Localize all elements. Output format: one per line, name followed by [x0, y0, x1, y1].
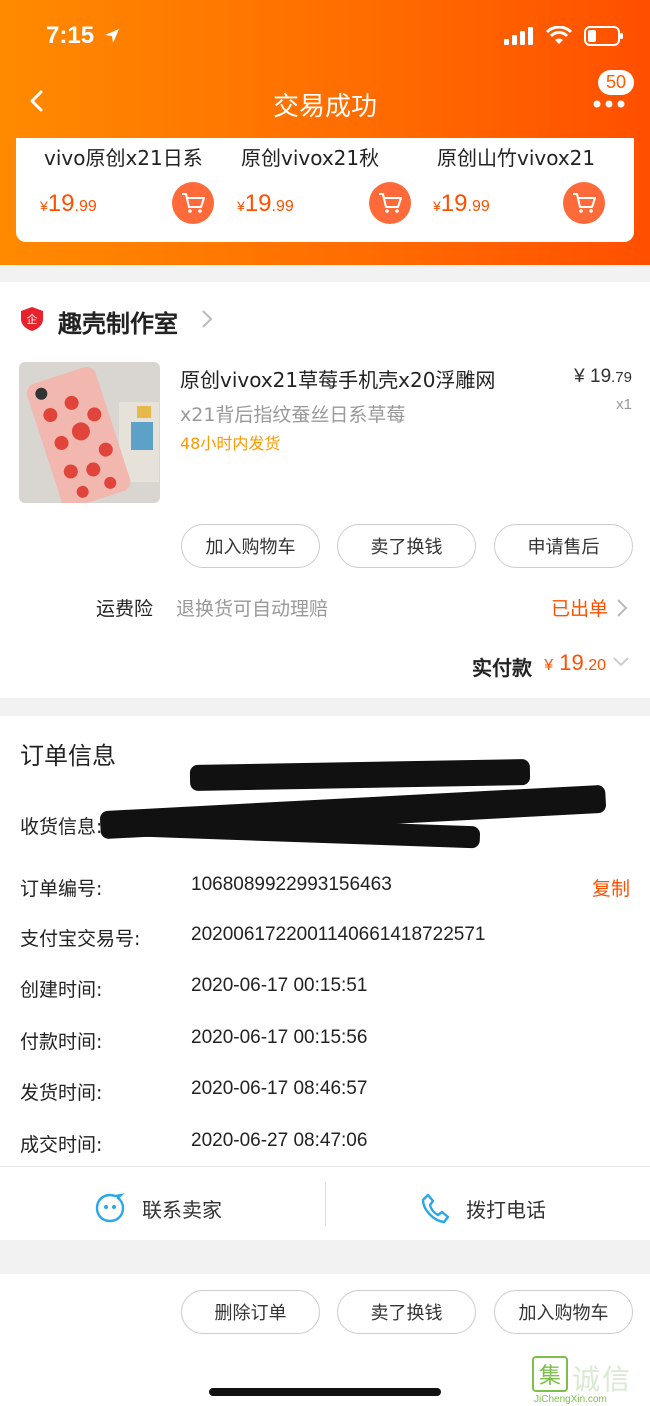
message-count-badge: 50	[597, 70, 634, 95]
address-label: 收货信息:	[20, 816, 103, 838]
product-thumbnail[interactable]	[19, 362, 160, 503]
recommendation-item[interactable]: vivo原创x21日系 ¥19.99	[16, 138, 214, 242]
wifi-icon	[546, 26, 572, 44]
add-to-cart-button[interactable]	[172, 182, 214, 224]
contact-seller-label: 联系卖家	[142, 1197, 222, 1222]
cart-icon	[573, 193, 596, 213]
divider	[325, 1182, 326, 1226]
nav-bar: 交易成功	[0, 72, 650, 134]
phone-icon	[421, 1193, 450, 1224]
paid-time-value: 2020-06-17 00:15:56	[191, 1027, 368, 1048]
created-time-label: 创建时间:	[20, 979, 103, 1001]
shop-name[interactable]: 趣壳制作室	[58, 304, 178, 339]
chat-face-icon	[95, 1193, 125, 1223]
cart-icon	[379, 193, 402, 213]
call-phone-label: 拨打电话	[466, 1197, 546, 1222]
signal-icon	[504, 27, 533, 45]
battery-icon	[584, 26, 623, 46]
svg-text:企: 企	[27, 312, 38, 326]
product-quantity: x1	[616, 396, 632, 413]
recommendation-price: ¥19.99	[40, 190, 97, 217]
recommendation-strip: vivo原创x21日系 ¥19.99 原创vivox21秋 ¥19.99 原创山…	[16, 138, 634, 242]
chevron-down-icon[interactable]	[612, 656, 630, 668]
add-to-cart-button[interactable]: 加入购物车	[494, 1290, 633, 1334]
chevron-right-icon[interactable]	[200, 308, 214, 330]
paid-amount-label: 实付款	[472, 656, 532, 680]
shipping-insurance-status[interactable]: 已出单	[551, 594, 608, 621]
location-arrow-icon	[105, 29, 119, 43]
watermark-logo: 集	[532, 1356, 568, 1392]
bottom-action-bar: 删除订单 卖了换钱 加入购物车 集 诚信 JiChengXin.com	[0, 1274, 650, 1406]
order-info-card: 订单信息 收货信息: 订单编号: 1068089922993156463 复制 …	[0, 716, 650, 1240]
shipping-note: 48小时内发货	[180, 434, 281, 453]
recommendation-item[interactable]: 原创vivox21秋 ¥19.99	[213, 138, 411, 242]
order-number-label: 订单编号:	[20, 878, 103, 900]
shop-card: 企 趣壳制作室 原创vivox21草莓手机壳x20浮雕网 x21背后指纹蚕丝日系…	[0, 282, 650, 698]
shipping-insurance-desc: 退换货可自动理赔	[176, 598, 329, 620]
after-sales-button[interactable]: 申请售后	[494, 524, 633, 568]
delete-order-button[interactable]: 删除订单	[181, 1290, 320, 1334]
watermark-text: 诚信	[572, 1363, 633, 1396]
alipay-trade-value: 2020061722001140661418722571	[191, 924, 486, 945]
add-to-cart-button[interactable]	[369, 182, 411, 224]
header: 7:15 交易成功 50 vivo原创x21日系 ¥19.99 原创vivox2…	[0, 0, 650, 265]
completed-time-value: 2020-06-27 08:47:06	[191, 1130, 368, 1151]
alipay-trade-label: 支付宝交易号:	[20, 928, 141, 950]
chevron-right-icon[interactable]	[616, 598, 628, 618]
recommendation-name: 原创vivox21秋	[241, 146, 380, 170]
recommendation-name: vivo原创x21日系	[44, 146, 203, 170]
watermark-url: JiChengXin.com	[534, 1394, 607, 1405]
redaction-mark	[189, 759, 531, 791]
paid-amount: ¥ 19.20	[544, 650, 606, 675]
status-icons	[504, 26, 624, 46]
copy-button[interactable]: 复制	[592, 874, 630, 901]
divider	[0, 1166, 650, 1167]
shipped-time-label: 发货时间:	[20, 1082, 103, 1104]
recommendation-item[interactable]: 原创山竹vivox21 ¥19.99	[409, 138, 634, 242]
product-price: ¥ 19.79	[574, 366, 632, 387]
recommendation-price: ¥19.99	[237, 190, 294, 217]
product-subtitle: x21背后指纹蚕丝日系草莓	[180, 404, 406, 426]
resell-button[interactable]: 卖了换钱	[337, 1290, 476, 1334]
resell-button[interactable]: 卖了换钱	[337, 524, 476, 568]
home-indicator[interactable]	[209, 1388, 441, 1396]
product-title[interactable]: 原创vivox21草莓手机壳x20浮雕网	[180, 364, 495, 393]
shipping-insurance-label: 运费险	[96, 598, 154, 620]
cart-icon	[182, 193, 205, 213]
call-phone-button[interactable]: 拨打电话	[420, 1176, 546, 1240]
recommendation-price: ¥19.99	[433, 190, 490, 217]
enterprise-shop-icon: 企	[21, 307, 43, 331]
created-time-value: 2020-06-17 00:15:51	[191, 975, 368, 996]
recommendation-name: 原创山竹vivox21	[437, 146, 596, 170]
add-to-cart-button[interactable]	[563, 182, 605, 224]
shipped-time-value: 2020-06-17 08:46:57	[191, 1078, 368, 1099]
order-info-title: 订单信息	[20, 742, 116, 770]
page-title: 交易成功	[272, 92, 377, 122]
add-to-cart-button[interactable]: 加入购物车	[181, 524, 320, 568]
completed-time-label: 成交时间:	[20, 1134, 103, 1156]
contact-seller-button[interactable]: 联系卖家	[94, 1176, 222, 1240]
status-time: 7:15	[46, 22, 95, 49]
order-number-value: 1068089922993156463	[191, 874, 392, 895]
status-bar: 7:15	[0, 18, 650, 62]
watermark: 集 诚信 JiChengXin.com	[532, 1356, 640, 1405]
paid-time-label: 付款时间:	[20, 1031, 103, 1053]
